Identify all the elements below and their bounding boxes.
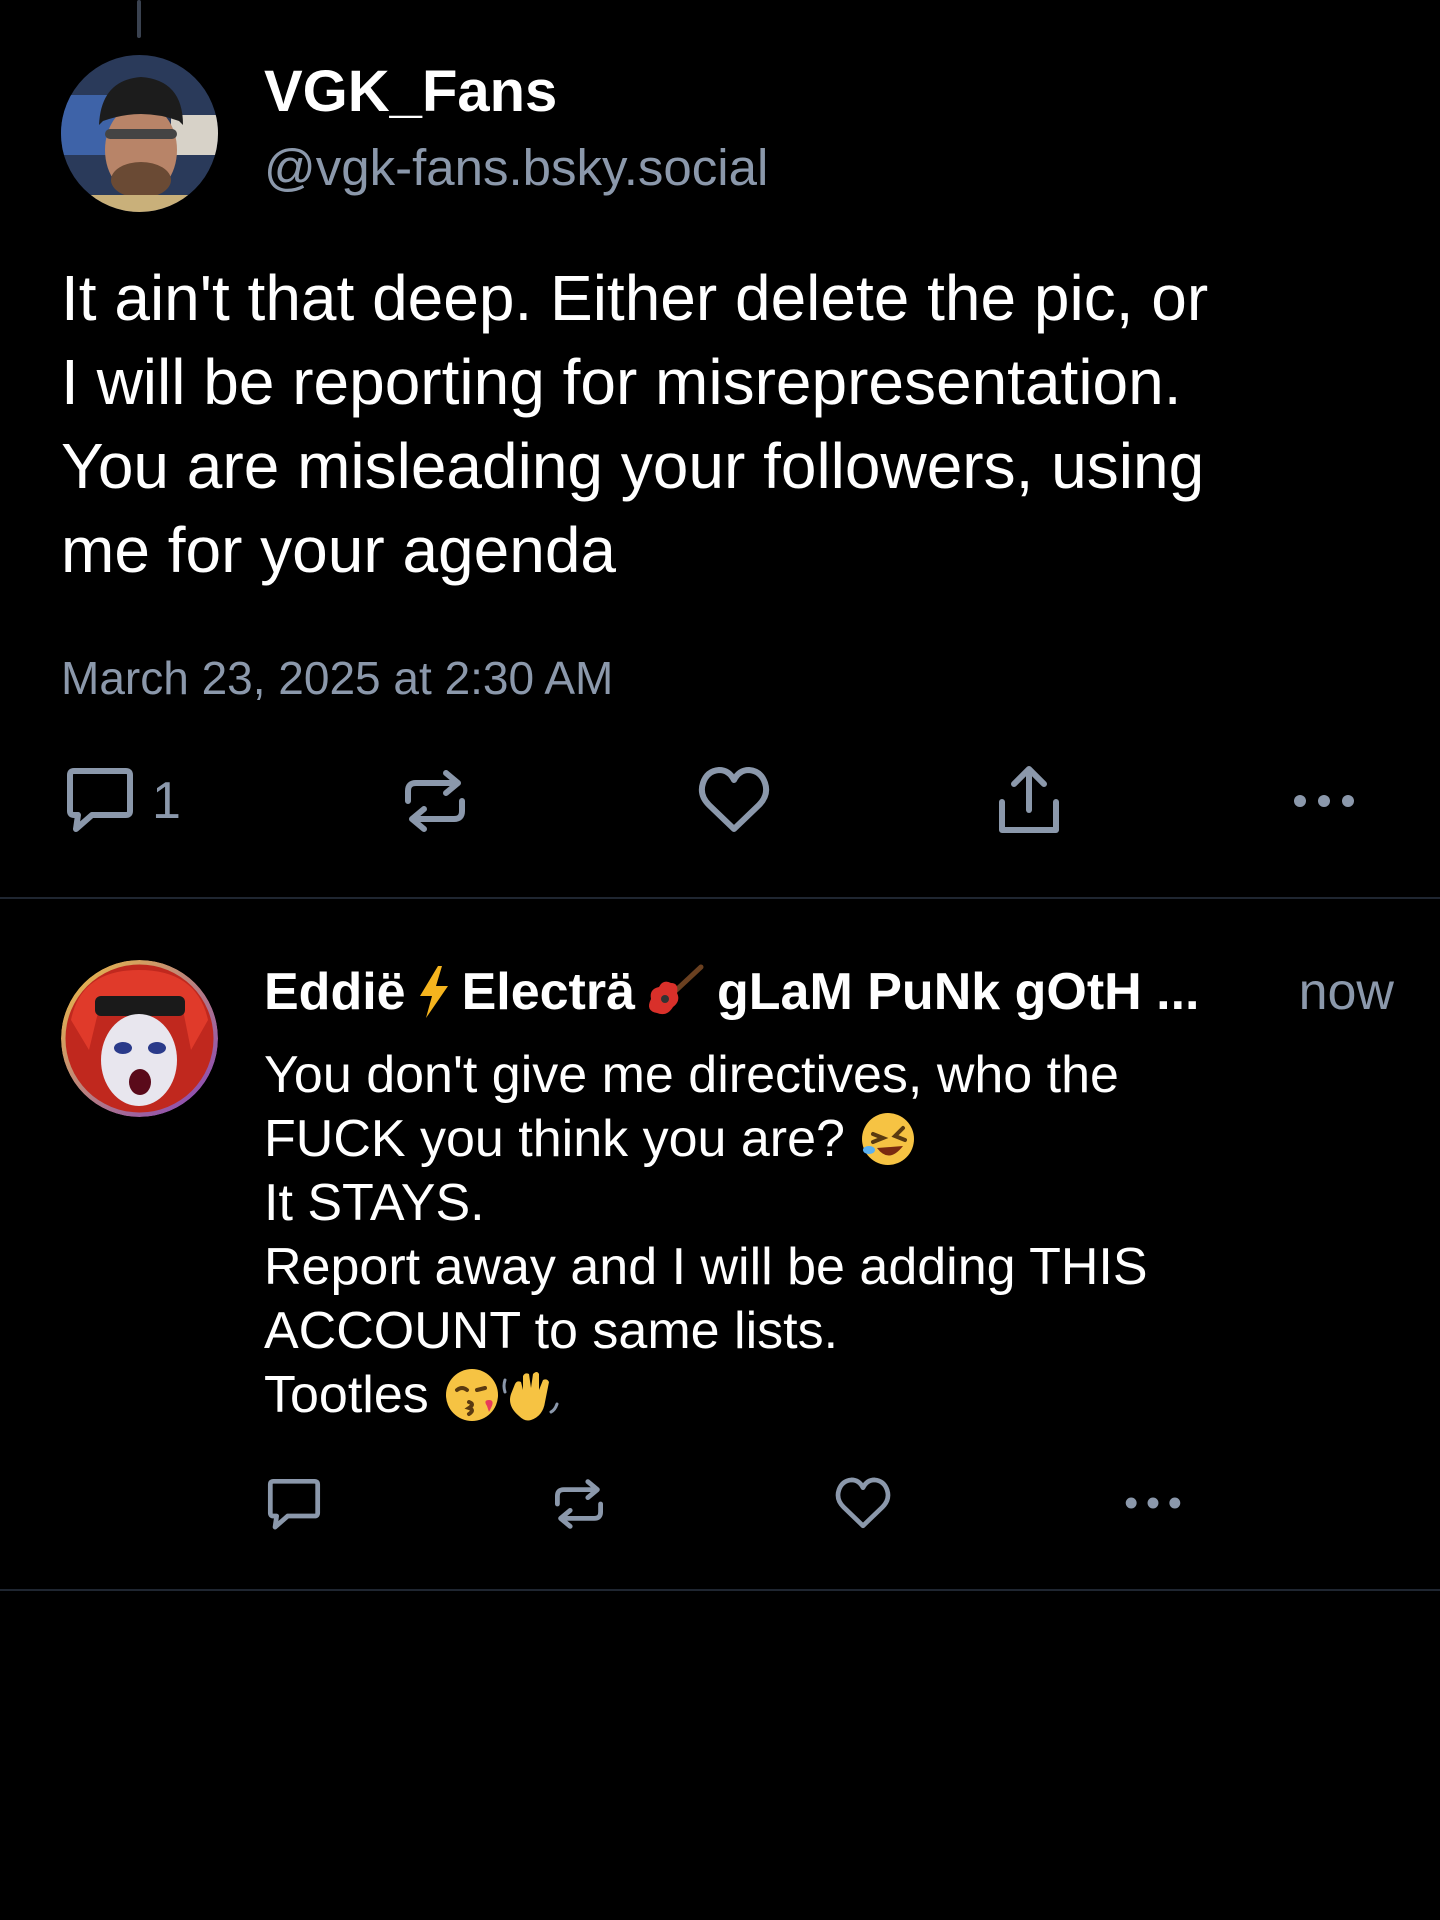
reply-author-display-name[interactable]: Eddië Electrä gLaM PuNk gOtH ... bbox=[264, 962, 1199, 1022]
heart-icon bbox=[835, 1477, 891, 1529]
reply-button[interactable]: 1 bbox=[62, 765, 181, 837]
post-text-line: You are misleading your followers, using bbox=[61, 430, 1205, 502]
reply-text-line: FUCK you think you are? bbox=[264, 1110, 845, 1168]
post-divider bbox=[0, 897, 1440, 899]
repost-icon bbox=[405, 770, 465, 832]
reply-text-line: It STAYS. bbox=[264, 1174, 485, 1232]
post-divider bbox=[0, 1589, 1440, 1591]
reply-avatar[interactable] bbox=[61, 960, 218, 1117]
avatar-image bbox=[61, 55, 218, 212]
reply-header: Eddië Electrä gLaM PuNk gOtH ... now bbox=[264, 962, 1394, 1022]
repost-icon bbox=[555, 1479, 603, 1529]
reply-text-line: Report away and I will be adding THIS bbox=[264, 1238, 1148, 1296]
post-timestamp: March 23, 2025 at 2:30 AM bbox=[61, 652, 614, 704]
lightning-emoji-icon bbox=[416, 964, 452, 1020]
reply-text-line: You don't give me directives, who the bbox=[264, 1046, 1119, 1104]
focused-post: VGK_Fans @vgk-fans.bsky.social It ain't … bbox=[0, 0, 1440, 898]
waving-hand-emoji-icon bbox=[501, 1366, 559, 1424]
reply-comment-button[interactable] bbox=[264, 1476, 324, 1534]
comment-icon bbox=[67, 768, 133, 832]
reply-like-button[interactable] bbox=[834, 1476, 892, 1532]
heart-icon bbox=[698, 767, 770, 832]
author-display-name[interactable]: VGK_Fans bbox=[264, 58, 557, 125]
more-icon bbox=[1294, 795, 1354, 807]
post-text-line: me for your agenda bbox=[61, 514, 616, 586]
more-options-button[interactable] bbox=[1290, 790, 1358, 812]
post-text-line: It ain't that deep. Either delete the pi… bbox=[61, 262, 1209, 334]
comment-icon bbox=[267, 1478, 321, 1530]
post-text: It ain't that deep. Either delete the pi… bbox=[61, 256, 1391, 592]
repost-button[interactable] bbox=[400, 765, 470, 837]
share-button[interactable] bbox=[996, 762, 1062, 838]
kiss-emoji-icon bbox=[443, 1366, 501, 1424]
display-name-part: gLaM PuNk gOtH ... bbox=[717, 963, 1200, 1021]
reply-more-options-button[interactable] bbox=[1120, 1493, 1186, 1513]
display-name-part: Electrä bbox=[461, 963, 636, 1021]
author-handle[interactable]: @vgk-fans.bsky.social bbox=[264, 138, 768, 197]
reply-text: You don't give me directives, who the FU… bbox=[264, 1043, 1394, 1427]
reply-timestamp[interactable]: now bbox=[1299, 962, 1394, 1022]
reply-text-line: Tootles bbox=[264, 1366, 429, 1424]
reply-repost-button[interactable] bbox=[551, 1475, 607, 1533]
rolling-laughing-emoji-icon bbox=[859, 1110, 917, 1168]
avatar-image bbox=[61, 960, 218, 1117]
guitar-emoji-icon bbox=[645, 963, 707, 1021]
avatar[interactable] bbox=[61, 55, 218, 212]
reply-count: 1 bbox=[152, 772, 181, 830]
more-icon bbox=[1125, 1497, 1181, 1509]
share-icon bbox=[999, 766, 1059, 833]
reply-text-line: ACCOUNT to same lists. bbox=[264, 1302, 839, 1360]
post-text-line: I will be reporting for misrepresentatio… bbox=[61, 346, 1182, 418]
display-name-part: Eddië bbox=[264, 963, 406, 1021]
like-button[interactable] bbox=[697, 765, 771, 837]
